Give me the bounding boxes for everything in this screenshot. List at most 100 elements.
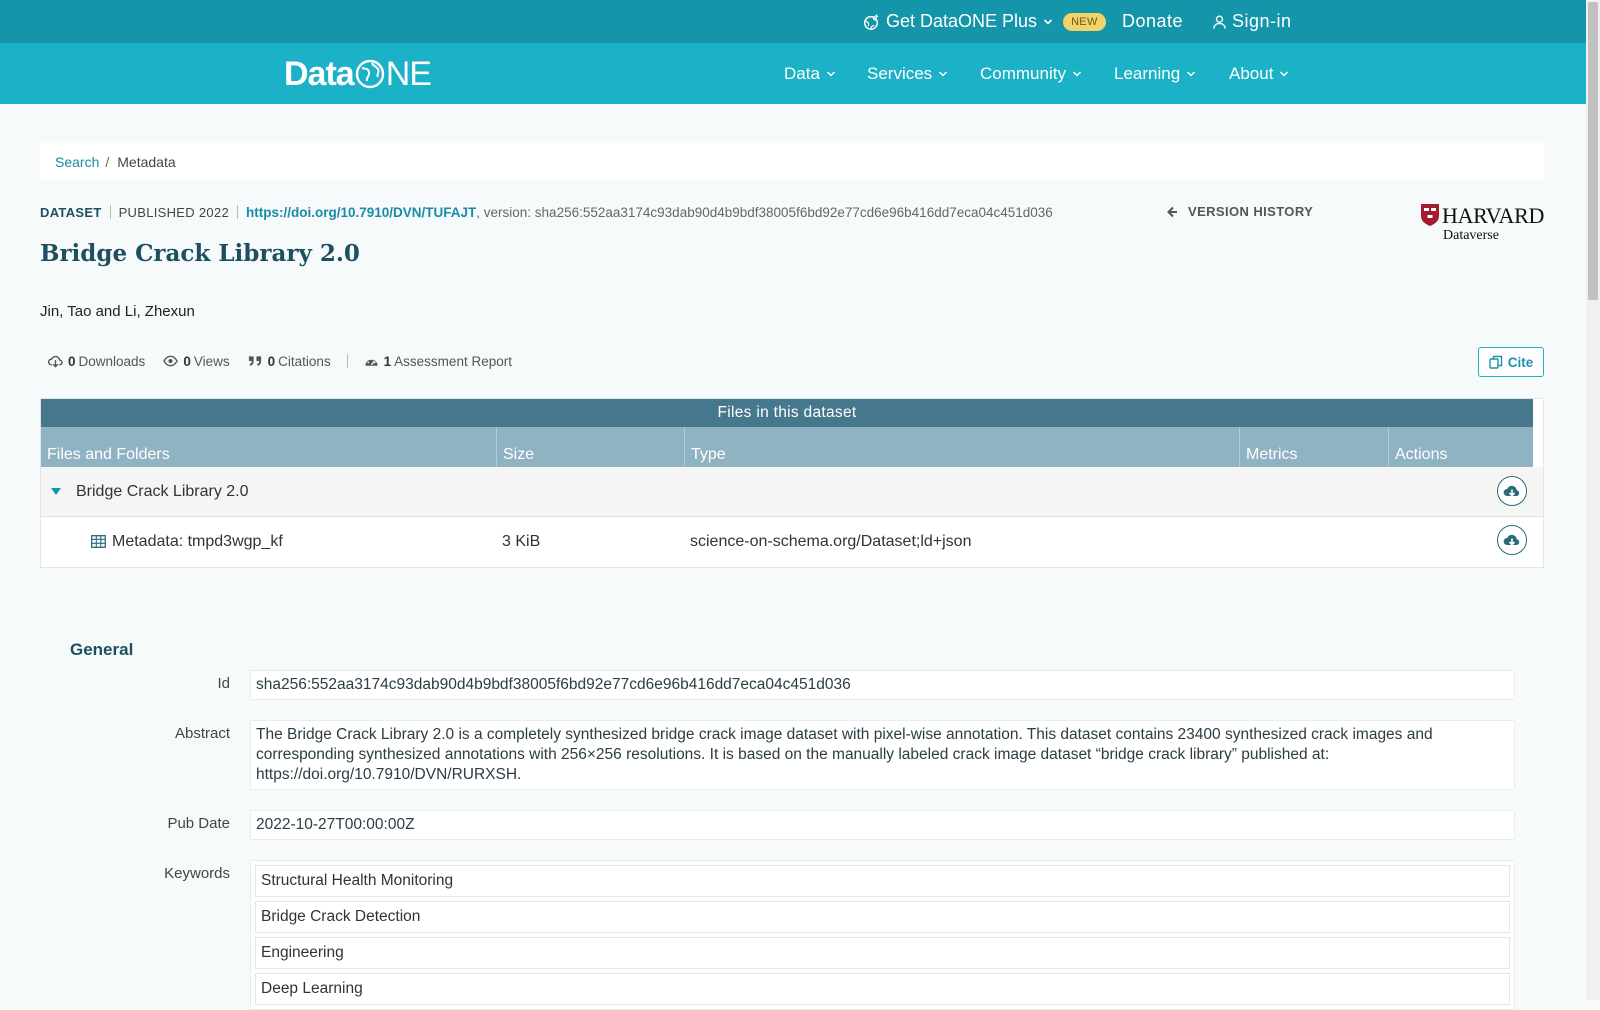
- keyword-item: Deep Learning: [255, 973, 1510, 1005]
- chevron-down-icon: [1280, 70, 1289, 77]
- globe-sparkle-icon: [863, 13, 879, 30]
- meta-divider: [236, 205, 238, 219]
- dataverse-text: Dataverse: [1443, 228, 1499, 243]
- breadcrumb-search-link[interactable]: Search: [55, 154, 99, 170]
- downloads-count: 0: [68, 353, 76, 369]
- copy-icon: [1489, 355, 1502, 369]
- file-type: science-on-schema.org/Dataset;ld+json: [690, 532, 972, 550]
- top-utility-bar: Get DataONE Plus NEW Donate Sign-in: [0, 0, 1586, 43]
- nav-community-label: Community: [980, 63, 1066, 83]
- column-type: Type: [684, 427, 1239, 467]
- id-value: sha256:552aa3174c93dab90d4b9bdf38005f6bd…: [250, 670, 1515, 700]
- views-label: Views: [193, 353, 230, 369]
- metrics-bar: 0 Downloads 0 Views 0 Citations 1 Assess…: [48, 352, 530, 370]
- nav-learning[interactable]: Learning: [1114, 43, 1196, 104]
- version-history-link[interactable]: VERSION HISTORY: [1166, 204, 1313, 219]
- file-size: 3 KiB: [502, 532, 541, 550]
- chevron-down-icon: [1187, 70, 1196, 77]
- keywords-list: Structural Health Monitoring Bridge Crac…: [250, 860, 1515, 1010]
- nav-about[interactable]: About: [1229, 43, 1289, 104]
- nav-about-label: About: [1229, 63, 1274, 83]
- dataset-authors: Jin, Tao and Li, Zhexun: [40, 303, 195, 320]
- assessment-label: Assessment Report: [394, 353, 512, 369]
- logo-text-one: NE: [354, 55, 432, 94]
- file-row[interactable]: Metadata: tmpd3wgp_kf 3 KiB science-on-s…: [41, 517, 1543, 566]
- general-heading: General: [70, 640, 134, 659]
- folder-row[interactable]: Bridge Crack Library 2.0: [41, 467, 1543, 517]
- folder-name[interactable]: Bridge Crack Library 2.0: [76, 467, 249, 516]
- harvard-shield-icon: [1421, 204, 1439, 226]
- get-dataone-plus-label: Get DataONE Plus: [886, 11, 1038, 31]
- dataset-type-label: DATASET: [40, 204, 102, 220]
- file-name-cell[interactable]: Metadata: tmpd3wgp_kf: [91, 517, 283, 566]
- files-table-title: Files in this dataset: [41, 399, 1533, 427]
- dataset-title: Bridge Crack Library 2.0: [40, 240, 360, 267]
- cite-label: Cite: [1507, 354, 1534, 370]
- version-history-label: VERSION HISTORY: [1188, 204, 1314, 219]
- nav-learning-label: Learning: [1114, 63, 1181, 83]
- files-table-columns: Files and Folders Size Type Metrics Acti…: [41, 427, 1533, 467]
- scrollbar-thumb[interactable]: [1588, 2, 1598, 300]
- sign-in-link[interactable]: Sign-in: [1212, 0, 1292, 43]
- donate-link[interactable]: Donate: [1122, 0, 1183, 43]
- abstract-label: Abstract: [174, 725, 230, 742]
- new-badge: NEW: [1063, 12, 1106, 31]
- arrow-left-icon: [1167, 206, 1177, 217]
- files-table: Files in this dataset Files and Folders …: [40, 398, 1544, 568]
- assessment-metric[interactable]: 1 Assessment Report: [364, 354, 512, 369]
- nav-community[interactable]: Community: [980, 43, 1082, 104]
- dataset-meta-line: DATASET PUBLISHED 2022 https://doi.org/1…: [40, 204, 1053, 220]
- download-file-button[interactable]: [1497, 525, 1527, 555]
- cloud-download-icon: [48, 355, 63, 368]
- views-count: 0: [183, 353, 191, 369]
- chevron-down-icon: [826, 70, 835, 77]
- chevron-down-icon: [939, 70, 948, 77]
- cloud-download-icon: [1503, 485, 1520, 497]
- metrics-divider: [346, 354, 348, 368]
- views-metric[interactable]: 0 Views: [163, 353, 230, 369]
- citations-count: 0: [267, 353, 276, 369]
- breadcrumb-separator: /: [105, 153, 110, 170]
- folder-toggle[interactable]: [51, 467, 61, 516]
- keywords-label: Keywords: [164, 865, 230, 882]
- column-actions: Actions: [1388, 427, 1533, 467]
- user-icon: [1213, 15, 1226, 29]
- dataone-logo[interactable]: Data NE: [284, 54, 432, 94]
- citations-metric[interactable]: 0 Citations: [248, 354, 331, 369]
- nav-services[interactable]: Services: [867, 43, 948, 104]
- cite-button[interactable]: Cite: [1478, 347, 1544, 377]
- nav-services-label: Services: [867, 63, 933, 83]
- nav-data[interactable]: Data: [784, 43, 836, 104]
- pubdate-label: Pub Date: [167, 815, 230, 832]
- get-dataone-plus-menu[interactable]: Get DataONE Plus NEW: [862, 0, 1106, 43]
- download-folder-button[interactable]: [1497, 476, 1527, 506]
- assessment-count: 1: [383, 353, 392, 369]
- breadcrumb: Search / Metadata: [40, 143, 1544, 180]
- keyword-item: Engineering: [255, 937, 1510, 969]
- downloads-metric[interactable]: 0 Downloads: [48, 354, 145, 369]
- file-name: Metadata: tmpd3wgp_kf: [112, 532, 283, 550]
- breadcrumb-current: Metadata: [117, 153, 176, 170]
- id-label: Id: [217, 675, 230, 692]
- column-files-and-folders: Files and Folders: [47, 446, 170, 463]
- chevron-down-icon: [1043, 18, 1053, 25]
- page-scrollbar[interactable]: [1586, 0, 1600, 1000]
- downloads-label: Downloads: [78, 353, 146, 369]
- version-id: , version: sha256:552aa3174c93dab90d4b9b…: [476, 204, 1053, 220]
- nav-data-label: Data: [784, 63, 820, 83]
- harvard-dataverse-logo[interactable]: HARVARD Dataverse: [1420, 202, 1544, 248]
- sign-in-label: Sign-in: [1232, 11, 1292, 31]
- cloud-download-icon: [1503, 534, 1520, 546]
- keyword-item: Bridge Crack Detection: [255, 901, 1510, 933]
- caret-down-icon: [51, 487, 61, 495]
- doi-link[interactable]: https://doi.org/10.7910/DVN/TUFAJT: [246, 205, 476, 220]
- gauge-icon: [365, 358, 378, 366]
- column-size: Size: [496, 427, 684, 467]
- globe-logo-icon: [355, 59, 384, 89]
- published-label: PUBLISHED 2022: [118, 204, 229, 220]
- column-metrics: Metrics: [1239, 427, 1388, 467]
- pubdate-value: 2022-10-27T00:00:00Z: [250, 810, 1515, 840]
- citations-label: Citations: [278, 353, 331, 369]
- keyword-item: Structural Health Monitoring: [255, 865, 1510, 897]
- main-navbar: Data NE Data Services Community Learning…: [0, 43, 1586, 104]
